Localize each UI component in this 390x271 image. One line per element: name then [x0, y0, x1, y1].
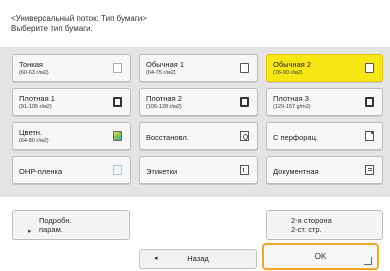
- paper-type-label: Этикетки: [146, 167, 178, 176]
- paper-weight-label: (64-80 г/м2): [19, 138, 49, 144]
- transparency-icon: [113, 165, 122, 175]
- paper-type-transparency-button[interactable]: OHP-пленка: [12, 156, 131, 184]
- paper-type-label: Плотная 3: [273, 94, 309, 103]
- second-side-line1: 2-я сторона: [291, 216, 332, 225]
- paper-type-label: Документная: [273, 167, 319, 176]
- paper-type-label: Плотная 1: [19, 94, 55, 103]
- details-line1: Подробн.: [39, 216, 72, 225]
- paper-type-label: Обычная 1: [146, 60, 185, 69]
- paper-type-label: OHP-пленка: [19, 167, 63, 176]
- back-arrow-icon: ◂: [154, 255, 158, 262]
- paper-weight-label: (91-105 г/м2): [19, 104, 52, 110]
- paper-weight-label: (76-90 г/м2): [273, 70, 303, 76]
- paper-weight-label: (106-128 г/м2): [146, 104, 182, 110]
- second-side-button[interactable]: 2-я сторона 2-ст. стр.: [266, 210, 383, 240]
- paper-type-thin-button[interactable]: Тонкая (60-63 г/м2): [12, 54, 131, 82]
- paper-weight-label: (129-157 g/m2): [273, 104, 311, 110]
- recycled-icon: [240, 131, 249, 141]
- paper-heavy-icon: [113, 97, 122, 107]
- second-side-line2: 2-ст. стр.: [291, 225, 322, 234]
- bond-paper-icon: [365, 165, 374, 175]
- paper-thin-icon: [113, 63, 122, 73]
- ok-button-label: OK: [314, 252, 327, 261]
- paper-type-plain2-button[interactable]: Обычная 2 (76-90 г/м2): [266, 54, 383, 82]
- paper-plain-icon: [240, 63, 249, 73]
- details-line2: парам.: [39, 225, 63, 234]
- paper-type-label: С перфорац.: [273, 133, 318, 142]
- paper-type-recycled-button[interactable]: Восстановл.: [139, 122, 258, 150]
- screen-header: <Универсальный поток: Тип бумаги> Выбери…: [11, 14, 147, 34]
- paper-type-label: Обычная 2: [273, 60, 312, 69]
- paper-color-icon: [113, 131, 122, 141]
- screen-title: <Универсальный поток: Тип бумаги>: [11, 14, 147, 23]
- details-button-label: Подробн. парам.: [39, 216, 72, 234]
- expand-arrow-icon: ▸: [28, 228, 32, 235]
- paper-type-color-button[interactable]: Цветн. (64-80 г/м2): [12, 122, 131, 150]
- corner-mark-icon: [364, 257, 372, 265]
- paper-type-heavy1-button[interactable]: Плотная 1 (91-105 г/м2): [12, 88, 131, 116]
- paper-type-heavy2-button[interactable]: Плотная 2 (106-128 г/м2): [139, 88, 258, 116]
- second-side-button-label: 2-я сторона 2-ст. стр.: [291, 216, 332, 234]
- ok-button[interactable]: OK: [262, 243, 379, 270]
- paper-type-prepunched-button[interactable]: С перфорац.: [266, 122, 383, 150]
- paper-type-label: Плотная 2: [146, 94, 182, 103]
- paper-heavy-icon: [365, 97, 374, 107]
- paper-weight-label: (60-63 г/м2): [19, 70, 49, 76]
- prepunched-icon: [365, 131, 374, 141]
- details-button[interactable]: ▸ Подробн. парам.: [12, 210, 130, 240]
- paper-type-label: Восстановл.: [146, 133, 189, 142]
- paper-type-label: Тонкая: [19, 60, 43, 69]
- instruction-text: Выберите тип бумаги.: [11, 24, 93, 33]
- paper-plain-icon: [365, 63, 374, 73]
- back-button-label: Назад: [187, 254, 209, 263]
- paper-type-bond-button[interactable]: Документная: [266, 156, 383, 184]
- paper-weight-label: (64-75 г/м2): [146, 70, 176, 76]
- back-button[interactable]: ◂ Назад: [139, 249, 257, 269]
- paper-type-labels-button[interactable]: Этикетки: [139, 156, 258, 184]
- paper-type-plain1-button[interactable]: Обычная 1 (64-75 г/м2): [139, 54, 258, 82]
- labels-icon: [240, 165, 249, 175]
- paper-heavy-icon: [240, 97, 249, 107]
- paper-type-heavy3-button[interactable]: Плотная 3 (129-157 g/m2): [266, 88, 383, 116]
- paper-type-label: Цветн.: [19, 128, 43, 137]
